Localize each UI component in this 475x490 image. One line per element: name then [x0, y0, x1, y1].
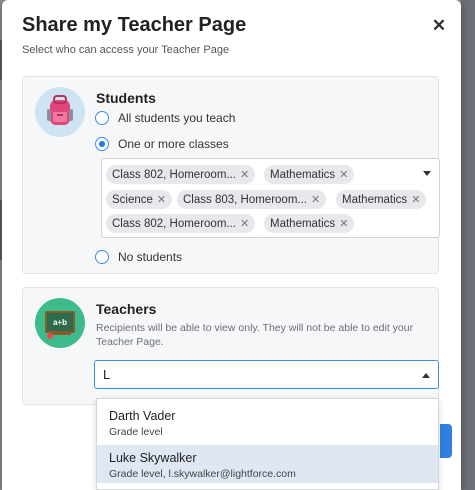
- remove-chip-icon[interactable]: ✕: [339, 217, 348, 230]
- class-chip: Class 802, Homeroom... ✕: [106, 165, 256, 184]
- remove-chip-icon[interactable]: ✕: [411, 193, 420, 206]
- list-item[interactable]: Darth Vader Grade level: [97, 403, 438, 441]
- backpack-icon: [47, 95, 73, 125]
- chip-label: Science: [112, 193, 153, 206]
- radio-label: All students you teach: [118, 111, 236, 125]
- students-title: Students: [96, 90, 156, 106]
- chip-label: Mathematics: [270, 168, 336, 181]
- students-panel: Students All students you teach One or m…: [22, 76, 440, 274]
- svg-text:a+b: a+b: [53, 318, 67, 327]
- close-button[interactable]: ✕: [429, 16, 449, 36]
- list-item[interactable]: Luke Skywalker Grade level, l.skywalker@…: [97, 445, 438, 483]
- radio-no-students[interactable]: No students: [95, 250, 182, 264]
- students-avatar: [35, 87, 85, 137]
- close-icon: ✕: [431, 16, 447, 35]
- teachers-avatar: a+b: [35, 298, 85, 348]
- teacher-search-input[interactable]: [103, 366, 403, 383]
- primary-button-edge[interactable]: [440, 424, 452, 458]
- radio-one-or-more-classes[interactable]: One or more classes: [95, 137, 229, 151]
- radio-button[interactable]: [95, 250, 109, 264]
- chevron-up-icon[interactable]: [422, 373, 430, 378]
- chip-label: Class 802, Homeroom...: [112, 168, 236, 181]
- modal-subtitle: Select who can access your Teacher Page: [22, 44, 230, 56]
- teacher-results-dropdown: Darth Vader Grade level Luke Skywalker G…: [96, 398, 439, 490]
- class-chip: Mathematics ✕: [264, 214, 355, 233]
- backdrop-right: [461, 0, 475, 490]
- radio-label: One or more classes: [118, 137, 229, 151]
- remove-chip-icon[interactable]: ✕: [240, 217, 249, 230]
- result-name: Darth Vader: [109, 409, 176, 423]
- chevron-down-icon[interactable]: [423, 171, 431, 176]
- radio-button[interactable]: [95, 137, 109, 151]
- remove-chip-icon[interactable]: ✕: [311, 193, 320, 206]
- class-chip: Mathematics ✕: [264, 165, 355, 184]
- class-chip: Science ✕: [106, 190, 173, 209]
- teachers-description: Recipients will be able to view only. Th…: [96, 322, 414, 348]
- radio-all-students[interactable]: All students you teach: [95, 111, 235, 125]
- radio-label: No students: [118, 250, 183, 264]
- radio-button[interactable]: [95, 111, 109, 125]
- class-chip: Class 802, Homeroom... ✕: [106, 214, 256, 233]
- remove-chip-icon[interactable]: ✕: [240, 168, 249, 181]
- chalkboard-icon: a+b: [45, 311, 75, 339]
- remove-chip-icon[interactable]: ✕: [339, 168, 348, 181]
- class-chip: Mathematics ✕: [336, 190, 427, 209]
- remove-chip-icon[interactable]: ✕: [157, 193, 166, 206]
- class-chip: Class 803, Homeroom... ✕: [177, 190, 327, 209]
- result-detail: Grade level: [109, 426, 163, 438]
- result-detail: Grade level, l.skywalker@lightforce.com: [109, 468, 296, 480]
- chip-label: Mathematics: [270, 217, 336, 230]
- chip-label: Class 802, Homeroom...: [112, 217, 236, 230]
- teacher-search-field[interactable]: [94, 360, 439, 389]
- chip-label: Class 803, Homeroom...: [183, 193, 307, 206]
- chip-label: Mathematics: [342, 193, 408, 206]
- teachers-title: Teachers: [96, 301, 157, 317]
- class-select[interactable]: Class 802, Homeroom... ✕ Mathematics ✕ S…: [101, 158, 440, 238]
- result-name: Luke Skywalker: [109, 451, 197, 465]
- modal-title: Share my Teacher Page: [22, 14, 247, 36]
